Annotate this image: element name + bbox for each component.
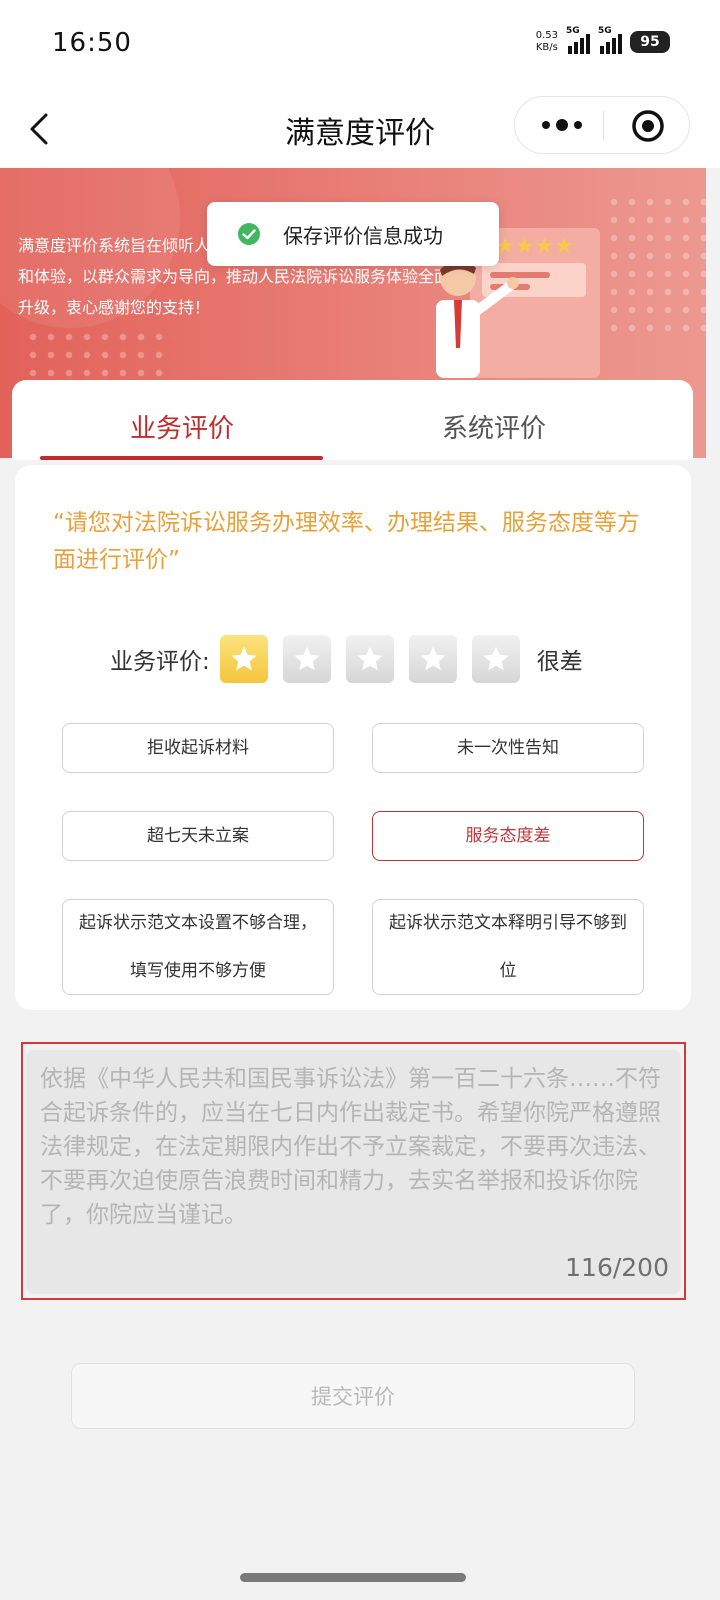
star-2[interactable]	[282, 635, 331, 683]
network-speed: 0.53 KB/s	[536, 30, 558, 54]
sim1-label: 5G	[566, 26, 580, 36]
star-icon	[420, 646, 446, 671]
close-mini-program-button[interactable]	[631, 109, 665, 143]
network-speed-value: 0.53	[535, 30, 558, 41]
home-indicator[interactable]	[240, 1573, 466, 1582]
tag-option-selected[interactable]: 服务态度差	[372, 811, 644, 861]
star-icon	[294, 646, 320, 671]
status-time: 16:50	[52, 28, 132, 58]
tag-option[interactable]: 超七天未立案	[62, 811, 334, 861]
star-4[interactable]	[408, 635, 457, 683]
tag-option[interactable]: 拒收起诉材料	[62, 723, 334, 773]
sim2-label: 5G	[598, 26, 612, 36]
char-counter: 116/200	[565, 1253, 669, 1282]
dot-pattern	[605, 193, 706, 333]
star-3[interactable]	[345, 635, 394, 683]
star-5[interactable]	[471, 635, 520, 683]
target-icon	[632, 110, 664, 142]
star-icon	[357, 646, 383, 671]
network-speed-unit: KB/s	[535, 42, 558, 53]
star-1[interactable]	[219, 635, 268, 683]
toast-message: 保存评价信息成功	[283, 224, 443, 248]
rating-value-text: 很差	[536, 649, 583, 675]
tag-option[interactable]: 未一次性告知	[372, 723, 644, 773]
tag-option[interactable]: 起诉状示范文本设置不够合理，填写使用不够方便	[62, 899, 334, 995]
signal-icon-2: 5G	[598, 26, 622, 54]
success-toast: 保存评价信息成功	[207, 202, 499, 266]
more-dots-icon	[542, 119, 582, 131]
status-indicators: 0.53 KB/s 5G 5G 95	[536, 26, 670, 54]
more-button[interactable]	[537, 113, 587, 137]
rating-row: 业务评价: 很差	[110, 635, 583, 683]
battery-icon: 95	[630, 31, 670, 53]
evaluation-tabs: 业务评价 系统评价	[12, 380, 693, 460]
feedback-text: 依据《中华人民共和国民事诉讼法》第一百二十六条……不符合起诉条件的，应当在七日内…	[40, 1066, 661, 1228]
check-circle-icon	[238, 223, 260, 245]
star-icon	[483, 646, 509, 671]
active-tab-indicator	[40, 456, 323, 460]
nav-bar: 满意度评价	[0, 90, 720, 168]
evaluation-card: “请您对法院诉讼服务办理效率、办理结果、服务态度等方面进行评价” 业务评价: 很…	[15, 465, 691, 1010]
svg-text:★★★★: ★★★★	[495, 234, 574, 259]
rating-label: 业务评价:	[110, 649, 210, 675]
capsule-divider	[603, 111, 604, 141]
signal-icon: 5G	[566, 26, 590, 54]
status-bar: 16:50 0.53 KB/s 5G 5G 95	[0, 0, 720, 90]
star-icon	[231, 646, 257, 671]
mini-program-capsule	[514, 96, 690, 154]
tag-option[interactable]: 起诉状示范文本释明引导不够到位	[372, 899, 644, 995]
submit-evaluation-button[interactable]: 提交评价	[71, 1363, 635, 1429]
feedback-textarea[interactable]: 依据《中华人民共和国民事诉讼法》第一百二十六条……不符合起诉条件的，应当在七日内…	[26, 1050, 681, 1294]
evaluation-prompt: “请您对法院诉讼服务办理效率、办理结果、服务态度等方面进行评价”	[53, 510, 640, 573]
tab-business-evaluation[interactable]: 业务评价	[130, 408, 234, 445]
tab-system-evaluation[interactable]: 系统评价	[442, 408, 546, 445]
